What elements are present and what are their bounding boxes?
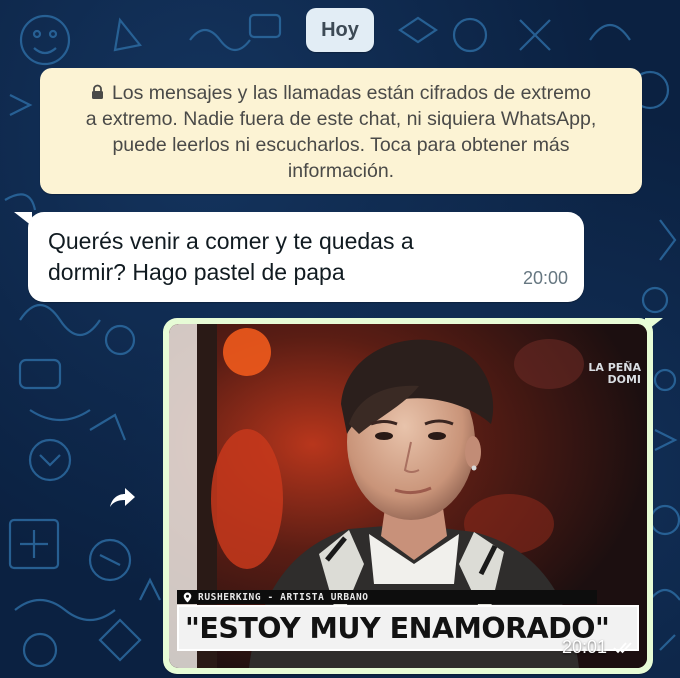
location-pin-icon (183, 592, 192, 602)
message-text-line: dormir? Hago pastel de papa (48, 259, 345, 285)
forward-button[interactable] (100, 476, 144, 520)
message-time: 20:01 (561, 637, 607, 657)
forward-icon (110, 488, 135, 507)
tv-channel-label: DOMI (607, 373, 641, 386)
encryption-notice-line: información. (287, 160, 395, 182)
encryption-notice[interactable]: Los mensajes y las llamadas están cifrad… (40, 68, 642, 194)
message-status: 20:01 (562, 637, 635, 658)
encryption-notice-line: puede leerlos ni escucharlos. Toca para … (112, 134, 570, 156)
lower-third-strip: RUSHERKING - ARTISTA URBANO (177, 590, 597, 604)
lock-icon (91, 84, 103, 99)
incoming-message-bubble[interactable]: Querés venir a comer y te quedas a dormi… (28, 212, 584, 302)
message-time: 20:00 (522, 268, 568, 288)
outgoing-image-message[interactable]: LA PEÑA DOMI RUSHERKING - ARTISTA URBANO… (163, 318, 653, 674)
encryption-notice-text: Los mensajes y las llamadas están cifrad… (111, 82, 592, 104)
message-text: Querés venir a comer y te quedas a dormi… (48, 226, 518, 288)
message-text-line: Querés venir a comer y te quedas a (48, 228, 414, 254)
tv-channel-logo: LA PEÑA DOMI (588, 362, 641, 386)
encryption-notice-line: a extremo. Nadie fuera de este chat, ni … (85, 108, 597, 130)
date-chip: Hoy (306, 8, 374, 52)
double-check-icon (613, 642, 632, 654)
shared-photo[interactable]: LA PEÑA DOMI RUSHERKING - ARTISTA URBANO… (169, 324, 647, 668)
encryption-notice-line: Los mensajes y las llamadas están cifrad… (54, 80, 628, 106)
lower-third-name: RUSHERKING - ARTISTA URBANO (198, 591, 369, 603)
